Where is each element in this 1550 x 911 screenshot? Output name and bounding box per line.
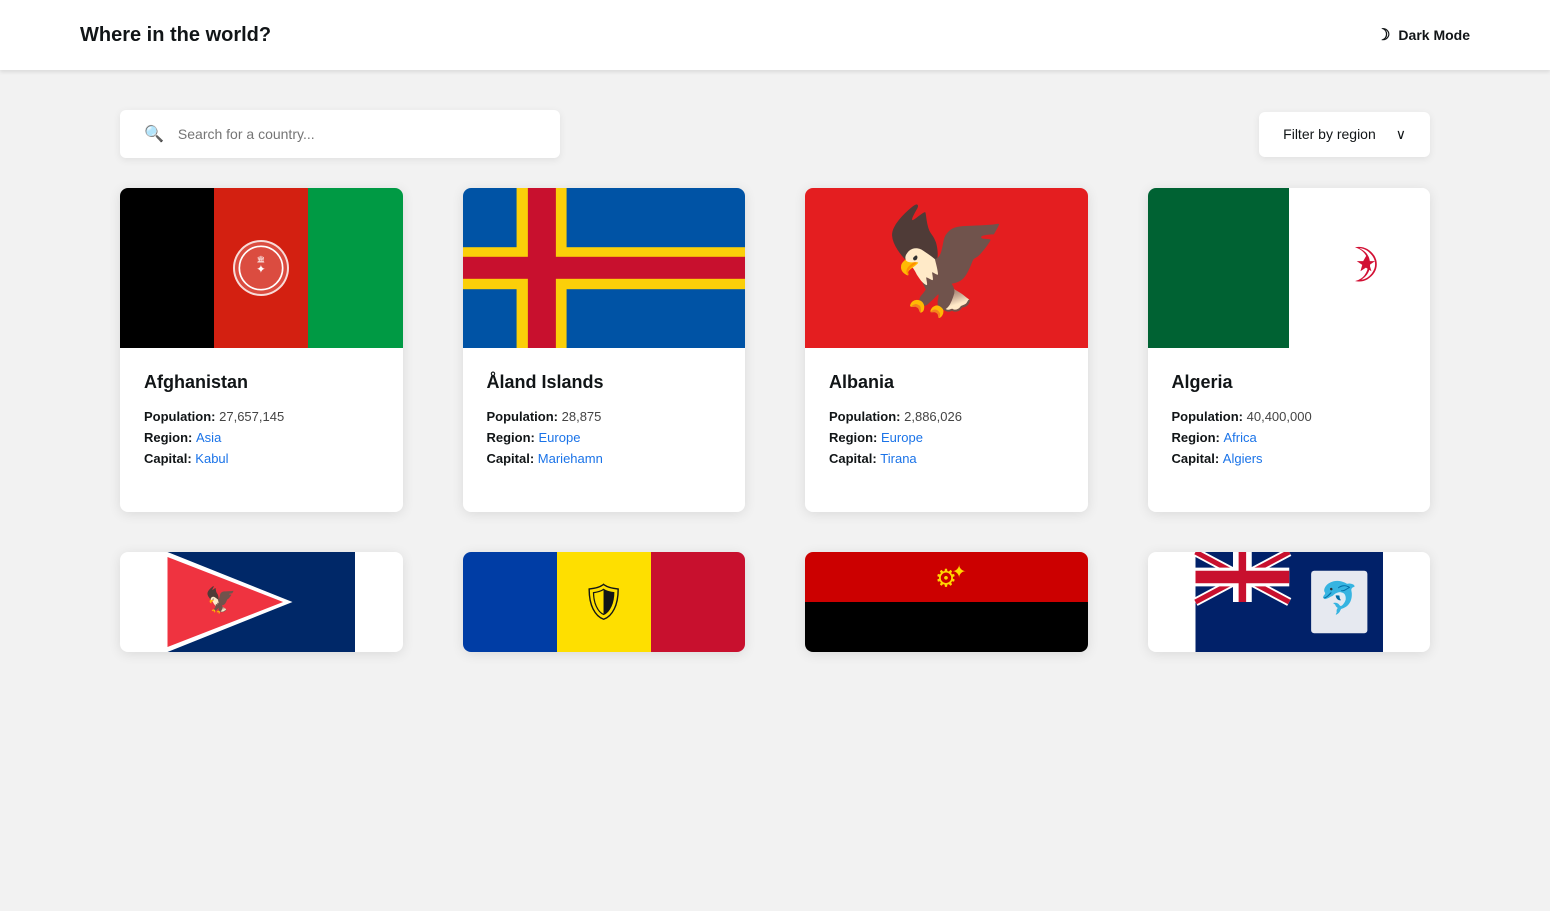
country-card[interactable]: Åland Islands Population: 28,875 Region:…: [463, 188, 746, 512]
country-name: Albania: [829, 372, 1064, 393]
country-card-partial[interactable]: 🦅: [120, 552, 403, 652]
controls-bar: 🔍 Filter by region ∨: [0, 70, 1550, 188]
app-title: Where in the world?: [80, 24, 271, 47]
region-value: Europe: [881, 430, 923, 445]
region-value: Africa: [1224, 430, 1257, 445]
capital-label: Capital:: [829, 451, 877, 466]
country-name: Åland Islands: [487, 372, 722, 393]
country-card-partial[interactable]: ⚙ ✦: [805, 552, 1088, 652]
dark-mode-button[interactable]: ☽ Dark Mode: [1376, 25, 1470, 45]
population-row: Population: 27,657,145: [144, 409, 379, 424]
card-info: Åland Islands Population: 28,875 Region:…: [463, 348, 746, 512]
country-card[interactable]: ☽ Algeria Population: 40,400,000 Region:…: [1148, 188, 1431, 512]
card-info: Afghanistan Population: 27,657,145 Regio…: [120, 348, 403, 512]
population-label: Population:: [144, 409, 216, 424]
population-row: Population: 2,886,026: [829, 409, 1064, 424]
svg-text:🦅: 🦅: [882, 200, 1010, 320]
population-value: 40,400,000: [1247, 409, 1312, 424]
flag-container: ☽: [1148, 188, 1431, 348]
capital-row: Capital: Algiers: [1172, 451, 1407, 466]
flag-container: ✦ 🏛: [120, 188, 403, 348]
bottom-row: 🦅 🛡 ⚙ ✦: [0, 552, 1550, 672]
flag-container: [463, 188, 746, 348]
partial-flag: ⚙ ✦: [805, 552, 1088, 652]
moon-icon: ☽: [1376, 25, 1390, 45]
countries-grid: ✦ 🏛 Afghanistan Population: 27,657,145 R…: [0, 188, 1550, 552]
dark-mode-label: Dark Mode: [1398, 27, 1470, 43]
filter-button[interactable]: Filter by region ∨: [1259, 112, 1430, 157]
population-label: Population:: [829, 409, 901, 424]
svg-text:✦: ✦: [952, 561, 967, 581]
population-row: Population: 40,400,000: [1172, 409, 1407, 424]
capital-row: Capital: Mariehamn: [487, 451, 722, 466]
region-row: Region: Asia: [144, 430, 379, 445]
population-row: Population: 28,875: [487, 409, 722, 424]
region-label: Region:: [1172, 430, 1220, 445]
flag-container: 🦅: [805, 188, 1088, 348]
capital-row: Capital: Tirana: [829, 451, 1064, 466]
capital-value: Kabul: [195, 451, 228, 466]
capital-row: Capital: Kabul: [144, 451, 379, 466]
country-name: Algeria: [1172, 372, 1407, 393]
region-label: Region:: [144, 430, 192, 445]
country-card-partial[interactable]: 🐬: [1148, 552, 1431, 652]
region-value: Europe: [539, 430, 581, 445]
country-card-partial[interactable]: 🛡: [463, 552, 746, 652]
region-value: Asia: [196, 430, 221, 445]
partial-flag: 🦅: [120, 552, 403, 652]
partial-flag: 🛡: [463, 552, 746, 652]
population-label: Population:: [487, 409, 559, 424]
capital-label: Capital:: [144, 451, 192, 466]
capital-value: Mariehamn: [538, 451, 603, 466]
population-label: Population:: [1172, 409, 1244, 424]
header: Where in the world? ☽ Dark Mode: [0, 0, 1550, 70]
capital-label: Capital:: [1172, 451, 1220, 466]
region-row: Region: Europe: [487, 430, 722, 445]
country-card[interactable]: 🦅 Albania Population: 2,886,026 Region: …: [805, 188, 1088, 512]
population-value: 28,875: [562, 409, 602, 424]
country-card[interactable]: ✦ 🏛 Afghanistan Population: 27,657,145 R…: [120, 188, 403, 512]
svg-text:☽: ☽: [1338, 241, 1381, 292]
search-box: 🔍: [120, 110, 560, 158]
region-label: Region:: [487, 430, 535, 445]
capital-label: Capital:: [487, 451, 535, 466]
region-label: Region:: [829, 430, 877, 445]
filter-label: Filter by region: [1283, 126, 1376, 142]
search-icon: 🔍: [144, 124, 164, 144]
svg-text:🐬: 🐬: [1319, 578, 1358, 615]
capital-value: Tirana: [880, 451, 916, 466]
svg-text:🏛: 🏛: [257, 255, 265, 263]
partial-flag: 🐬: [1148, 552, 1431, 652]
population-value: 27,657,145: [219, 409, 284, 424]
population-value: 2,886,026: [904, 409, 962, 424]
search-input[interactable]: [178, 126, 536, 142]
region-row: Region: Africa: [1172, 430, 1407, 445]
chevron-down-icon: ∨: [1396, 126, 1406, 143]
region-row: Region: Europe: [829, 430, 1064, 445]
svg-text:🦅: 🦅: [205, 584, 236, 614]
card-info: Algeria Population: 40,400,000 Region: A…: [1148, 348, 1431, 512]
country-name: Afghanistan: [144, 372, 379, 393]
capital-value: Algiers: [1223, 451, 1263, 466]
card-info: Albania Population: 2,886,026 Region: Eu…: [805, 348, 1088, 512]
svg-text:✦: ✦: [256, 263, 266, 276]
